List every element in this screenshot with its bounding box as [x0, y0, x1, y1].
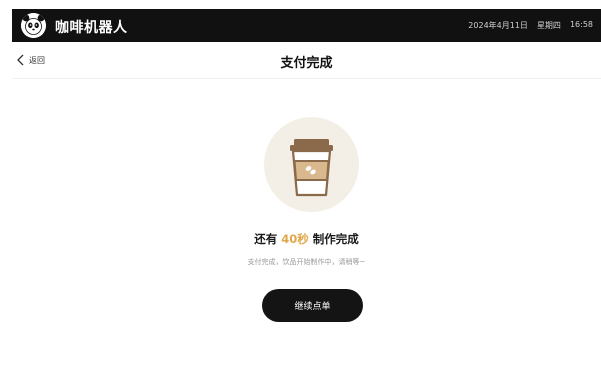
continue-order-button[interactable]: 继续点单 — [262, 289, 363, 322]
app-screen: 咖啡机器人 2024年4月11日 星期四 16:58 返回 支付完成 还有 40… — [12, 9, 601, 367]
countdown-status: 还有 40秒 制作完成 — [12, 231, 601, 247]
coffee-illustration — [264, 117, 359, 212]
time-text: 16:58 — [569, 20, 593, 29]
nav-bar: 返回 支付完成 — [12, 42, 601, 79]
top-status-bar: 咖啡机器人 2024年4月11日 星期四 16:58 — [12, 9, 601, 42]
page-title: 支付完成 — [280, 56, 333, 71]
countdown-prefix: 还有 — [254, 232, 278, 246]
app-title: 咖啡机器人 — [55, 20, 128, 36]
weekday-text: 星期四 — [536, 21, 561, 30]
coffee-cup-icon — [290, 139, 333, 197]
status-subtext: 支付完成，饮品开始制作中，请稍等~ — [247, 258, 366, 266]
countdown-suffix: 制作完成 — [312, 232, 359, 246]
datetime: 2024年4月11日 星期四 16:58 — [468, 20, 593, 31]
countdown-value: 40秒 — [281, 232, 309, 246]
date-text: 2024年4月11日 — [468, 21, 528, 30]
panda-logo-icon — [21, 13, 46, 38]
